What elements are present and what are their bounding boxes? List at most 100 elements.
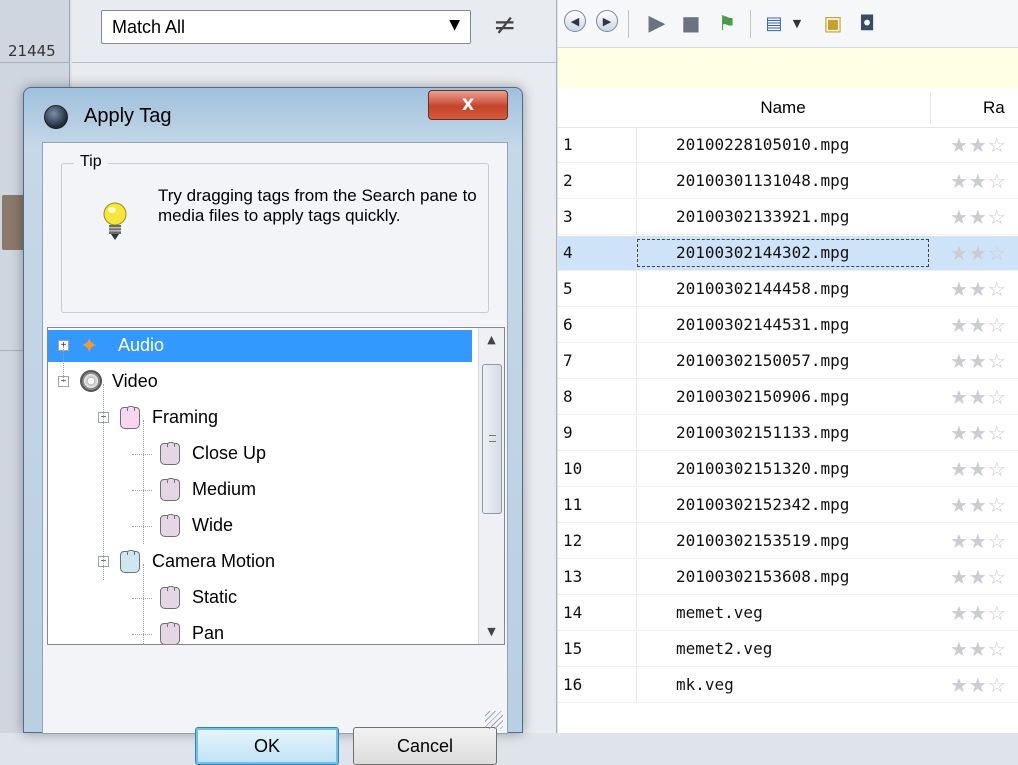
rating-stars[interactable]: ★★☆ xyxy=(950,457,1007,481)
file-name[interactable]: 20100302150057.mpg xyxy=(676,351,849,370)
rating-stars[interactable]: ★★☆ xyxy=(950,565,1007,589)
column-separator[interactable] xyxy=(930,92,931,124)
table-row[interactable]: 5 20100302144458.mpg ★★☆ xyxy=(558,272,1018,307)
rating-stars[interactable]: ★★☆ xyxy=(950,133,1007,157)
dropdown-arrow-icon[interactable]: ▼ xyxy=(790,10,804,36)
file-name[interactable]: 20100302144458.mpg xyxy=(676,279,849,298)
tag-tree[interactable]: + ✦ Audio − Video − Framing Close Up Medium Wide −… xyxy=(47,327,505,645)
column-separator xyxy=(636,668,637,703)
table-row[interactable]: 15 memet2.veg ★★☆ xyxy=(558,632,1018,667)
scroll-down-icon[interactable]: ▼ xyxy=(479,620,504,644)
close-button[interactable]: X xyxy=(428,90,508,120)
table-row[interactable]: 4 20100302144302.mpg ★★☆ xyxy=(558,236,1018,271)
rating-stars[interactable]: ★★☆ xyxy=(950,673,1007,697)
rating-stars[interactable]: ★★☆ xyxy=(950,241,1007,265)
tree-item[interactable]: Close Up xyxy=(48,438,478,470)
toolbar-separator xyxy=(750,10,751,38)
rating-stars[interactable]: ★★☆ xyxy=(950,313,1007,337)
tree-item[interactable]: − Camera Motion xyxy=(48,546,478,578)
chevron-down-icon[interactable]: ▼ xyxy=(449,17,460,33)
file-name[interactable]: 20100302144531.mpg xyxy=(676,315,849,334)
table-row[interactable]: 11 20100302152342.mpg ★★☆ xyxy=(558,488,1018,523)
stop-icon[interactable]: ■ xyxy=(680,10,702,36)
resize-grip-icon[interactable] xyxy=(485,711,503,729)
tip-text: Try dragging tags from the Search pane t… xyxy=(158,186,477,225)
toolbar-separator xyxy=(628,10,629,38)
column-header-name[interactable]: Name xyxy=(638,98,928,118)
row-index: 4 xyxy=(563,243,573,262)
table-row[interactable]: 12 20100302153519.mpg ★★☆ xyxy=(558,524,1018,559)
file-name[interactable]: 20100302153608.mpg xyxy=(676,567,849,586)
file-name[interactable]: 20100301131048.mpg xyxy=(676,171,849,190)
table-row[interactable]: 6 20100302144531.mpg ★★☆ xyxy=(558,308,1018,343)
table-row[interactable]: 2 20100301131048.mpg ★★☆ xyxy=(558,164,1018,199)
row-index: 14 xyxy=(563,603,583,622)
back-circle-icon[interactable]: ◀ xyxy=(564,10,586,32)
file-name[interactable]: mk.veg xyxy=(676,675,734,694)
file-name[interactable]: 20100228105010.mpg xyxy=(676,135,849,154)
table-row[interactable]: 1 20100228105010.mpg ★★☆ xyxy=(558,128,1018,163)
rating-stars[interactable]: ★★☆ xyxy=(950,601,1007,625)
video-reel-icon xyxy=(80,370,102,392)
table-row[interactable]: 8 20100302150906.mpg ★★☆ xyxy=(558,380,1018,415)
tree-item[interactable]: + ✦ Audio xyxy=(48,330,478,362)
file-name[interactable]: 20100302151133.mpg xyxy=(676,423,849,442)
match-select[interactable]: Match All ▼ xyxy=(101,10,471,44)
file-name[interactable]: 20100302151320.mpg xyxy=(676,459,849,478)
rating-stars[interactable]: ★★☆ xyxy=(950,277,1007,301)
rating-stars[interactable]: ★★☆ xyxy=(950,529,1007,553)
tree-item-label: Pan xyxy=(192,623,225,643)
rating-stars[interactable]: ★★☆ xyxy=(950,205,1007,229)
table-row[interactable]: 3 20100302133921.mpg ★★☆ xyxy=(558,200,1018,235)
row-index: 8 xyxy=(563,387,573,406)
folder-icon[interactable]: ▣ xyxy=(820,10,846,36)
rating-stars[interactable]: ★★☆ xyxy=(950,385,1007,409)
table-row[interactable]: 13 20100302153608.mpg ★★☆ xyxy=(558,560,1018,595)
tree-scrollbar[interactable]: ▲ ▼ xyxy=(478,328,504,644)
tree-item[interactable]: Static xyxy=(48,582,478,614)
audio-star-icon: ✦ xyxy=(80,333,99,358)
tree-item[interactable]: Wide xyxy=(48,510,478,542)
grip-icon xyxy=(489,435,496,442)
tree-item-label: Static xyxy=(192,587,238,607)
rating-stars[interactable]: ★★☆ xyxy=(950,349,1007,373)
rating-stars[interactable]: ★★☆ xyxy=(950,169,1007,193)
row-index: 3 xyxy=(563,207,573,226)
row-index: 7 xyxy=(563,351,573,370)
tree-item[interactable]: − Video xyxy=(48,366,478,398)
table-row[interactable]: 10 20100302151320.mpg ★★☆ xyxy=(558,452,1018,487)
table-row[interactable]: 9 20100302151133.mpg ★★☆ xyxy=(558,416,1018,451)
scroll-thumb[interactable] xyxy=(482,364,502,514)
scroll-up-icon[interactable]: ▲ xyxy=(479,328,504,352)
file-name[interactable]: 20100302150906.mpg xyxy=(676,387,849,406)
tree-item[interactable]: Pan xyxy=(48,618,478,644)
table-row[interactable]: 7 20100302150057.mpg ★★☆ xyxy=(558,344,1018,379)
tree-item-label: Wide xyxy=(192,515,234,535)
rating-stars[interactable]: ★★☆ xyxy=(950,421,1007,445)
column-header-rating[interactable]: Ra xyxy=(983,98,1005,118)
view-columns-icon[interactable]: ▤ xyxy=(760,10,788,36)
save-icon[interactable]: ◘ xyxy=(854,10,880,36)
file-name[interactable]: memet.veg xyxy=(676,603,763,622)
play-icon[interactable]: ▶ xyxy=(644,10,670,36)
table-row[interactable]: 16 mk.veg ★★☆ xyxy=(558,668,1018,703)
row-index: 11 xyxy=(563,495,583,514)
row-index: 6 xyxy=(563,315,573,334)
tree-item[interactable]: − Framing xyxy=(48,402,478,434)
file-name[interactable]: 20100302153519.mpg xyxy=(676,531,849,550)
file-name[interactable]: 20100302133921.mpg xyxy=(676,207,849,226)
file-name[interactable]: 20100302152342.mpg xyxy=(676,495,849,514)
forward-circle-icon[interactable]: ▶ xyxy=(596,10,618,32)
rating-stars[interactable]: ★★☆ xyxy=(950,637,1007,661)
file-name[interactable]: memet2.veg xyxy=(676,639,772,658)
rating-stars[interactable]: ★★☆ xyxy=(950,493,1007,517)
not-equal-button[interactable]: ≠ xyxy=(493,8,516,41)
tree-item-label: Medium xyxy=(192,479,257,499)
column-separator xyxy=(636,380,637,415)
cursor-flag-icon[interactable]: ⚑ xyxy=(714,10,740,36)
tree-item[interactable]: Medium xyxy=(48,474,478,506)
file-name[interactable]: 20100302144302.mpg xyxy=(637,239,929,267)
tag-icon xyxy=(160,514,180,537)
dialog-body: Tip Try dragging tags from the Search pa… xyxy=(42,142,508,765)
table-row[interactable]: 14 memet.veg ★★☆ xyxy=(558,596,1018,631)
